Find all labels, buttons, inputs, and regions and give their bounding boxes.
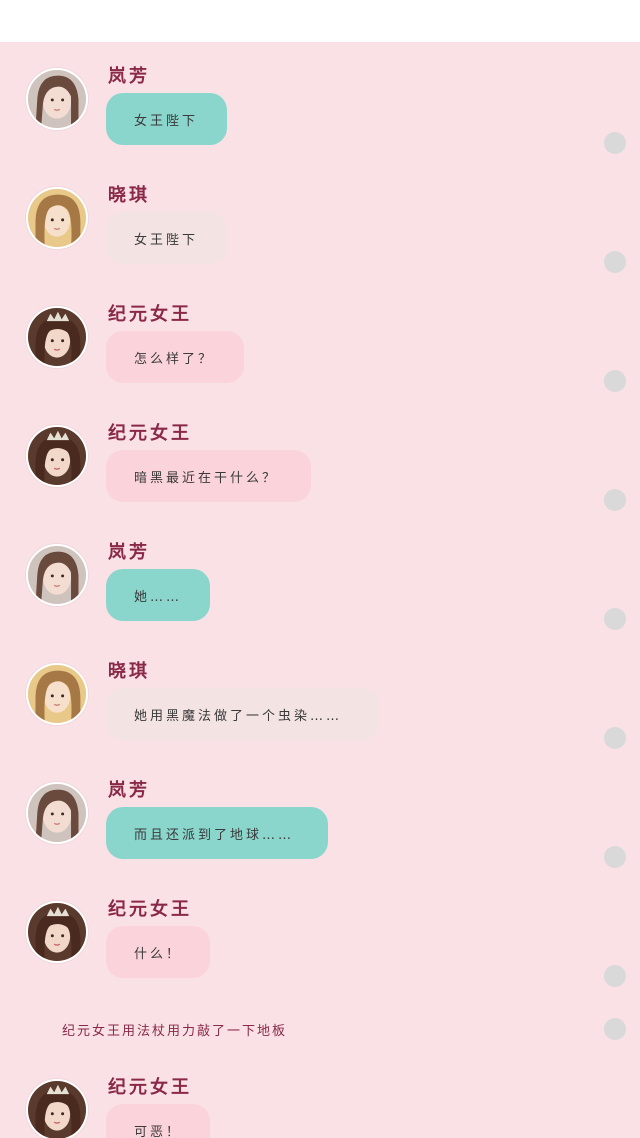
narration-text: 纪元女王用法杖用力敲了一下地板: [62, 1024, 288, 1039]
message-item: 岚芳 而且还派到了地球……: [0, 756, 640, 875]
sender-name: 纪元女王: [108, 304, 192, 325]
message-bubble[interactable]: 而且还派到了地球……: [106, 807, 328, 859]
select-radio[interactable]: [604, 489, 626, 511]
sender-name: 纪元女王: [108, 899, 192, 920]
message-item: 纪元女王 什么！: [0, 875, 640, 994]
chat-area[interactable]: 岚芳 女王陛下 晓琪 女王陛下 纪元女王 怎么样了？ 纪元女王 暗黑最近在干什么…: [0, 42, 640, 1138]
select-radio[interactable]: [604, 608, 626, 630]
queen-avatar[interactable]: [26, 1079, 88, 1138]
sender-name: 纪元女王: [108, 423, 192, 444]
select-radio[interactable]: [604, 727, 626, 749]
sender-name: 晓琪: [108, 661, 150, 682]
message-bubble[interactable]: 女王陛下: [106, 93, 227, 145]
message-item: 晓琪 女王陛下: [0, 161, 640, 280]
select-radio[interactable]: [604, 846, 626, 868]
message-bubble[interactable]: 什么！: [106, 926, 210, 978]
message-item: 岚芳 她……: [0, 518, 640, 637]
select-radio[interactable]: [604, 1018, 626, 1040]
message-bubble[interactable]: 暗黑最近在干什么？: [106, 450, 311, 502]
queen-avatar[interactable]: [26, 901, 88, 963]
message-bubble[interactable]: 她用黑魔法做了一个虫染……: [106, 688, 379, 740]
xiaoqi-avatar[interactable]: [26, 663, 88, 725]
message-bubble[interactable]: 她……: [106, 569, 210, 621]
sender-name: 岚芳: [108, 780, 150, 801]
message-bubble[interactable]: 怎么样了？: [106, 331, 244, 383]
sender-name: 岚芳: [108, 66, 150, 87]
xiaoqi-avatar[interactable]: [26, 187, 88, 249]
sender-name: 纪元女王: [108, 1077, 192, 1098]
message-item: 晓琪 她用黑魔法做了一个虫染……: [0, 637, 640, 756]
lanfang-avatar[interactable]: [26, 544, 88, 606]
queen-avatar[interactable]: [26, 306, 88, 368]
sender-name: 岚芳: [108, 542, 150, 563]
select-radio[interactable]: [604, 132, 626, 154]
select-radio[interactable]: [604, 370, 626, 392]
lanfang-avatar[interactable]: [26, 782, 88, 844]
queen-avatar[interactable]: [26, 425, 88, 487]
message-item: 纪元女王 可恶！: [0, 1053, 640, 1138]
lanfang-avatar[interactable]: [26, 68, 88, 130]
select-radio[interactable]: [604, 251, 626, 273]
top-bar: [0, 0, 640, 42]
message-bubble[interactable]: 女王陛下: [106, 212, 227, 264]
message-bubble[interactable]: 可恶！: [106, 1104, 210, 1138]
message-item: 纪元女王 暗黑最近在干什么？: [0, 399, 640, 518]
select-radio[interactable]: [604, 965, 626, 987]
message-item: 纪元女王 怎么样了？: [0, 280, 640, 399]
message-item: 岚芳 女王陛下: [0, 42, 640, 161]
sender-name: 晓琪: [108, 185, 150, 206]
